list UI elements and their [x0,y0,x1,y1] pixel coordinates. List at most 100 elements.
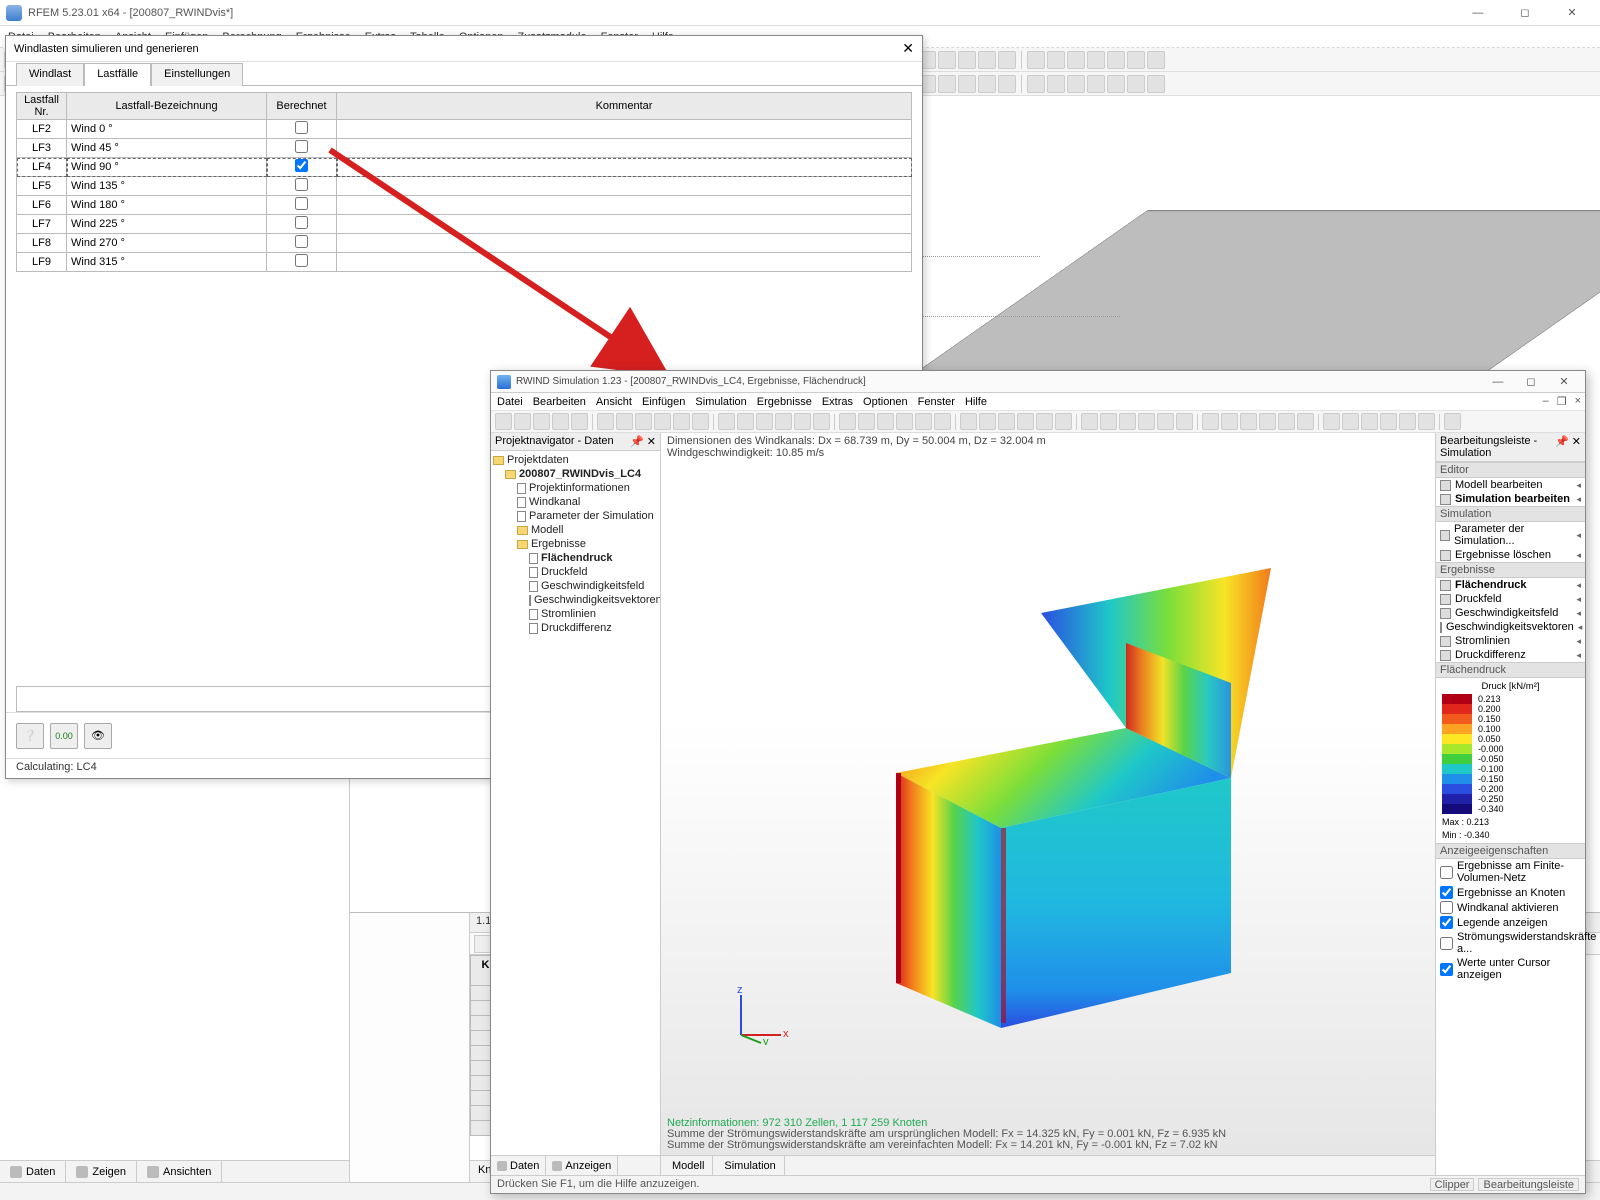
toolbar-button[interactable] [934,413,951,430]
toolbar-button[interactable] [958,51,976,69]
tree-item[interactable]: 200807_RWINDvis_LC4 [493,467,658,481]
menu-optionen[interactable]: Optionen [863,396,908,408]
tree-item[interactable]: Ergebnisse [493,537,658,551]
toolbar-button[interactable] [635,413,652,430]
toolbar-button[interactable] [1444,413,1461,430]
display-checkbox[interactable] [1440,901,1453,914]
status-button[interactable]: Bearbeitungsleiste [1478,1178,1579,1191]
toolbar-button[interactable] [1087,75,1105,93]
toolbar-button[interactable] [756,413,773,430]
tree-item[interactable]: Modell [493,523,658,537]
toolbar-button[interactable] [1067,51,1085,69]
panel-item[interactable]: Stromlinien◂ [1436,634,1585,648]
tree-item[interactable]: Druckfeld [493,565,658,579]
tree-item[interactable]: Flächendruck [493,551,658,565]
calculated-checkbox[interactable] [295,121,308,134]
display-checkbox[interactable] [1440,886,1453,899]
toolbar-button[interactable] [1418,413,1435,430]
toolbar-button[interactable] [1323,413,1340,430]
display-checkbox[interactable] [1440,963,1453,976]
toolbar-button[interactable] [1067,75,1085,93]
close-icon[interactable]: ✕ [1549,375,1579,388]
load-case-row[interactable]: LF3Wind 45 ° [17,139,912,158]
tree-item[interactable]: Projektinformationen [493,481,658,495]
menu-bearbeiten[interactable]: Bearbeiten [533,396,586,408]
mdi-minimize-icon[interactable]: – [1543,395,1549,408]
toolbar-button[interactable] [978,75,996,93]
toolbar-button[interactable] [552,413,569,430]
tree-item[interactable]: Stromlinien [493,607,658,621]
toolbar-button[interactable] [979,413,996,430]
toolbar-button[interactable] [1342,413,1359,430]
menu-simulation[interactable]: Simulation [695,396,746,408]
toolbar-button[interactable] [673,413,690,430]
calculated-checkbox[interactable] [295,197,308,210]
calculated-checkbox[interactable] [295,159,308,172]
mdi-close-icon[interactable]: × [1575,395,1581,408]
maximize-icon[interactable]: ◻ [1503,6,1547,19]
panel-item[interactable]: Modell bearbeiten◂ [1436,478,1585,492]
toolbar-button[interactable] [938,75,956,93]
toolbar-button[interactable] [1399,413,1416,430]
menu-extras[interactable]: Extras [822,396,853,408]
load-case-row[interactable]: LF6Wind 180 ° [17,196,912,215]
load-case-row[interactable]: LF5Wind 135 ° [17,177,912,196]
toolbar-button[interactable] [1017,413,1034,430]
nav-tab[interactable]: Anzeigen [546,1156,618,1175]
status-button[interactable]: Clipper [1430,1178,1475,1191]
toolbar-button[interactable] [839,413,856,430]
toolbar-button[interactable] [978,51,996,69]
toolbar-button[interactable] [1127,51,1145,69]
toolbar-button[interactable] [1047,75,1065,93]
toolbar-button[interactable] [597,413,614,430]
toolbar-button[interactable] [1055,413,1072,430]
minimize-icon[interactable]: — [1456,7,1500,19]
nav-tab-ansichten[interactable]: Ansichten [137,1161,222,1182]
toolbar-button[interactable] [998,75,1016,93]
panel-item[interactable]: Parameter der Simulation...◂ [1436,522,1585,548]
toolbar-button[interactable] [533,413,550,430]
tree-item[interactable]: Geschwindigkeitsfeld [493,579,658,593]
toolbar-button[interactable] [692,413,709,430]
minimize-icon[interactable]: — [1483,376,1513,388]
toolbar-button[interactable] [1278,413,1295,430]
pin-icon[interactable]: 📌 ✕ [1555,435,1581,459]
toolbar-button[interactable] [794,413,811,430]
dialog-tab-einstellungen[interactable]: Einstellungen [151,63,243,86]
toolbar-button[interactable] [737,413,754,430]
tree-item[interactable]: Windkanal [493,495,658,509]
toolbar-button[interactable] [858,413,875,430]
tree-item[interactable]: Druckdifferenz [493,621,658,635]
toolbar-button[interactable] [1087,51,1105,69]
toolbar-button[interactable] [813,413,830,430]
load-case-row[interactable]: LF7Wind 225 ° [17,215,912,234]
toolbar-button[interactable] [1147,51,1165,69]
toolbar-button[interactable] [1047,51,1065,69]
toolbar-button[interactable] [896,413,913,430]
toolbar-button[interactable] [775,413,792,430]
panel-item[interactable]: Ergebnisse löschen◂ [1436,548,1585,562]
toolbar-button[interactable] [1107,75,1125,93]
toolbar-button[interactable] [1361,413,1378,430]
calculated-checkbox[interactable] [295,216,308,229]
toolbar-button[interactable] [1127,75,1145,93]
view-tab[interactable]: Modell [661,1156,713,1175]
nav-tab-zeigen[interactable]: Zeigen [66,1161,137,1182]
calculated-checkbox[interactable] [295,254,308,267]
toolbar-button[interactable] [958,75,976,93]
nav-tab[interactable]: Daten [491,1156,546,1175]
tree-item[interactable]: Projektdaten [493,453,658,467]
display-option[interactable]: Strömungswiderstandskräfte a... [1436,930,1585,956]
load-case-row[interactable]: LF2Wind 0 ° [17,120,912,139]
menu-fenster[interactable]: Fenster [918,396,955,408]
toolbar-button[interactable] [1100,413,1117,430]
toolbar-button[interactable] [1380,413,1397,430]
tree-item[interactable]: Parameter der Simulation [493,509,658,523]
toolbar-button[interactable] [998,413,1015,430]
nav-tab-daten[interactable]: Daten [0,1161,66,1182]
display-option[interactable]: Windkanal aktivieren [1436,900,1585,915]
toolbar-button[interactable] [1157,413,1174,430]
menu-hilfe[interactable]: Hilfe [965,396,987,408]
toolbar-button[interactable] [1221,413,1238,430]
close-icon[interactable]: ✕ [1550,6,1594,19]
